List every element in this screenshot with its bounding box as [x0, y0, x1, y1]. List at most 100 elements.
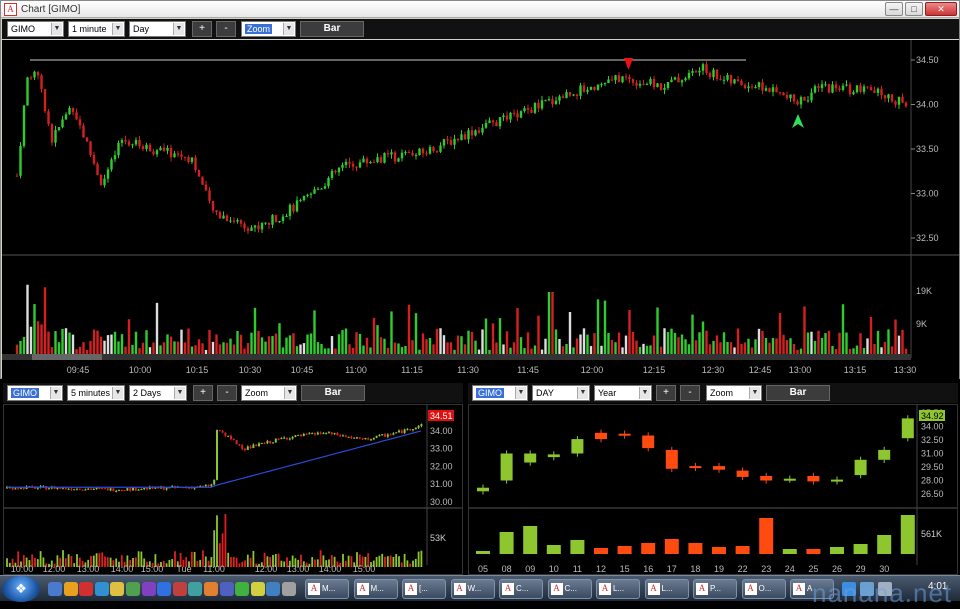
- volume-bar: [673, 332, 677, 354]
- start-button[interactable]: ❖: [2, 576, 40, 602]
- time-tick-label: 13:00: [287, 564, 310, 574]
- date-tick-label: 30: [879, 564, 889, 574]
- candle-body: [330, 432, 333, 435]
- candle-body: [365, 158, 369, 164]
- date-tick-label: 11: [573, 564, 582, 574]
- daily-volume-bar: [853, 544, 868, 554]
- main-chart-panel[interactable]: 34.50 34.00 33.50 33.00 32.50 19K 9K 09:45 10:…: [2, 40, 959, 379]
- taskbar-button[interactable]: A O...: [741, 579, 786, 599]
- volume-bar: [40, 324, 43, 354]
- candle-body: [104, 488, 106, 490]
- volume-bar: [852, 348, 855, 354]
- search-icon[interactable]: [204, 582, 218, 596]
- media-icon[interactable]: [63, 582, 78, 596]
- right-zoom-select[interactable]: Zoom ▼: [706, 385, 762, 401]
- player-icon[interactable]: [266, 582, 281, 596]
- volume-bar: [412, 560, 414, 567]
- ie-icon[interactable]: [94, 582, 109, 596]
- volume-bar: [187, 328, 190, 354]
- maximize-button[interactable]: □: [905, 2, 923, 16]
- misc-icon[interactable]: [282, 582, 296, 596]
- price-tick-label: 33.50: [916, 144, 939, 154]
- candle-body: [642, 83, 645, 85]
- browser-icon[interactable]: [79, 582, 94, 596]
- candle-body: [299, 200, 302, 202]
- daily-volume-bar: [523, 526, 538, 554]
- zoom-in-button[interactable]: +: [192, 21, 212, 37]
- close-button[interactable]: ✕: [925, 2, 957, 16]
- chrome-icon[interactable]: [157, 582, 172, 596]
- volume-bar: [449, 342, 453, 354]
- candle-body: [297, 434, 300, 436]
- main-price-chart[interactable]: 34.50 34.00 33.50 33.00 32.50 19K 9K 09:45 10:…: [2, 40, 959, 379]
- candle-body: [764, 88, 768, 91]
- taskbar-button[interactable]: A M...: [353, 579, 398, 599]
- left-price-chart[interactable]: 34.00 33.00 32.00 31.00 30.00 10:00 12:00 13:0…: [4, 405, 463, 575]
- left-symbol-select[interactable]: GIMO ▼: [7, 385, 63, 401]
- left-zoom-in-button[interactable]: +: [193, 385, 213, 401]
- volume-bar: [236, 330, 239, 354]
- folder-icon[interactable]: [110, 582, 125, 596]
- left-interval-select[interactable]: 5 minutes ▼: [67, 385, 125, 401]
- candle-body: [90, 488, 92, 490]
- volume-bar: [54, 331, 57, 354]
- candle-body: [67, 488, 70, 490]
- range-select[interactable]: Day ▼: [129, 21, 186, 37]
- network-app-icon[interactable]: [235, 582, 250, 596]
- right-zoom-in-button[interactable]: +: [656, 385, 676, 401]
- left-zoom-select[interactable]: Zoom ▼: [241, 385, 297, 401]
- candle-body: [278, 221, 281, 223]
- left-bar-button[interactable]: Bar: [301, 385, 365, 401]
- volume-bar: [782, 334, 785, 354]
- tool-icon[interactable]: [250, 582, 265, 596]
- volume-bar: [568, 312, 572, 354]
- volume-bar: [701, 321, 705, 354]
- taskbar-button[interactable]: A L...: [644, 579, 689, 599]
- time-tick-label: 09:45: [67, 365, 90, 375]
- show-desktop-icon[interactable]: [48, 582, 62, 596]
- candle-body: [474, 130, 477, 136]
- left-range-select[interactable]: 2 Days ▼: [129, 385, 187, 401]
- volume-bar: [747, 338, 750, 354]
- candle-body: [698, 70, 701, 73]
- left-zoom-out-button[interactable]: -: [217, 385, 237, 401]
- candle-body: [117, 142, 120, 156]
- volume-bar: [614, 342, 617, 354]
- volume-bar: [533, 345, 537, 354]
- volume-bar: [904, 348, 908, 354]
- app-icon[interactable]: [172, 582, 187, 596]
- taskbar-button[interactable]: A W...: [450, 579, 495, 599]
- taskbar-button[interactable]: A [...: [402, 579, 446, 599]
- volume-bar: [316, 342, 320, 354]
- taskbar-button[interactable]: A L...: [596, 579, 640, 599]
- bar-button[interactable]: Bar: [300, 21, 364, 37]
- mail-icon[interactable]: [126, 582, 140, 596]
- right-symbol-select[interactable]: GIMO ▼: [472, 385, 528, 401]
- daily-volume-bar: [617, 546, 632, 554]
- right-range-select[interactable]: Year ▼: [594, 385, 652, 401]
- right-zoom-out-button[interactable]: -: [680, 385, 700, 401]
- right-price-chart[interactable]: 35.5034.0032.5031.0029.5028.0026.50 0508…: [469, 405, 958, 575]
- symbol-select[interactable]: GIMO ▼: [7, 21, 64, 37]
- taskbar-button[interactable]: A C...: [499, 579, 543, 599]
- zoom-select[interactable]: Zoom ▼: [241, 21, 296, 37]
- candle-body: [267, 222, 271, 225]
- settings-icon[interactable]: [219, 582, 234, 596]
- title-bar[interactable]: A Chart [GIMO] — □ ✕: [1, 1, 959, 18]
- minimize-button[interactable]: —: [885, 2, 903, 16]
- right-interval-select[interactable]: DAY ▼: [532, 385, 590, 401]
- taskbar-button[interactable]: A P...: [693, 579, 737, 599]
- zoom-out-button[interactable]: -: [216, 21, 236, 37]
- right-chart-panel[interactable]: 35.5034.0032.5031.0029.5028.0026.50 0508…: [468, 404, 958, 575]
- interval-select[interactable]: 1 minute ▼: [68, 21, 125, 37]
- volume-bar: [99, 336, 103, 354]
- right-bar-button[interactable]: Bar: [766, 385, 830, 401]
- left-chart-panel[interactable]: 34.00 33.00 32.00 31.00 30.00 10:00 12:00 13:0…: [3, 404, 463, 575]
- wordpress-icon[interactable]: [188, 582, 203, 596]
- candle-body: [425, 153, 428, 155]
- candle-body: [85, 137, 89, 142]
- taskbar-button[interactable]: A M...: [305, 579, 349, 599]
- taskbar-button[interactable]: A C...: [547, 579, 592, 599]
- candle-body: [384, 434, 386, 437]
- calc-icon[interactable]: [141, 582, 156, 596]
